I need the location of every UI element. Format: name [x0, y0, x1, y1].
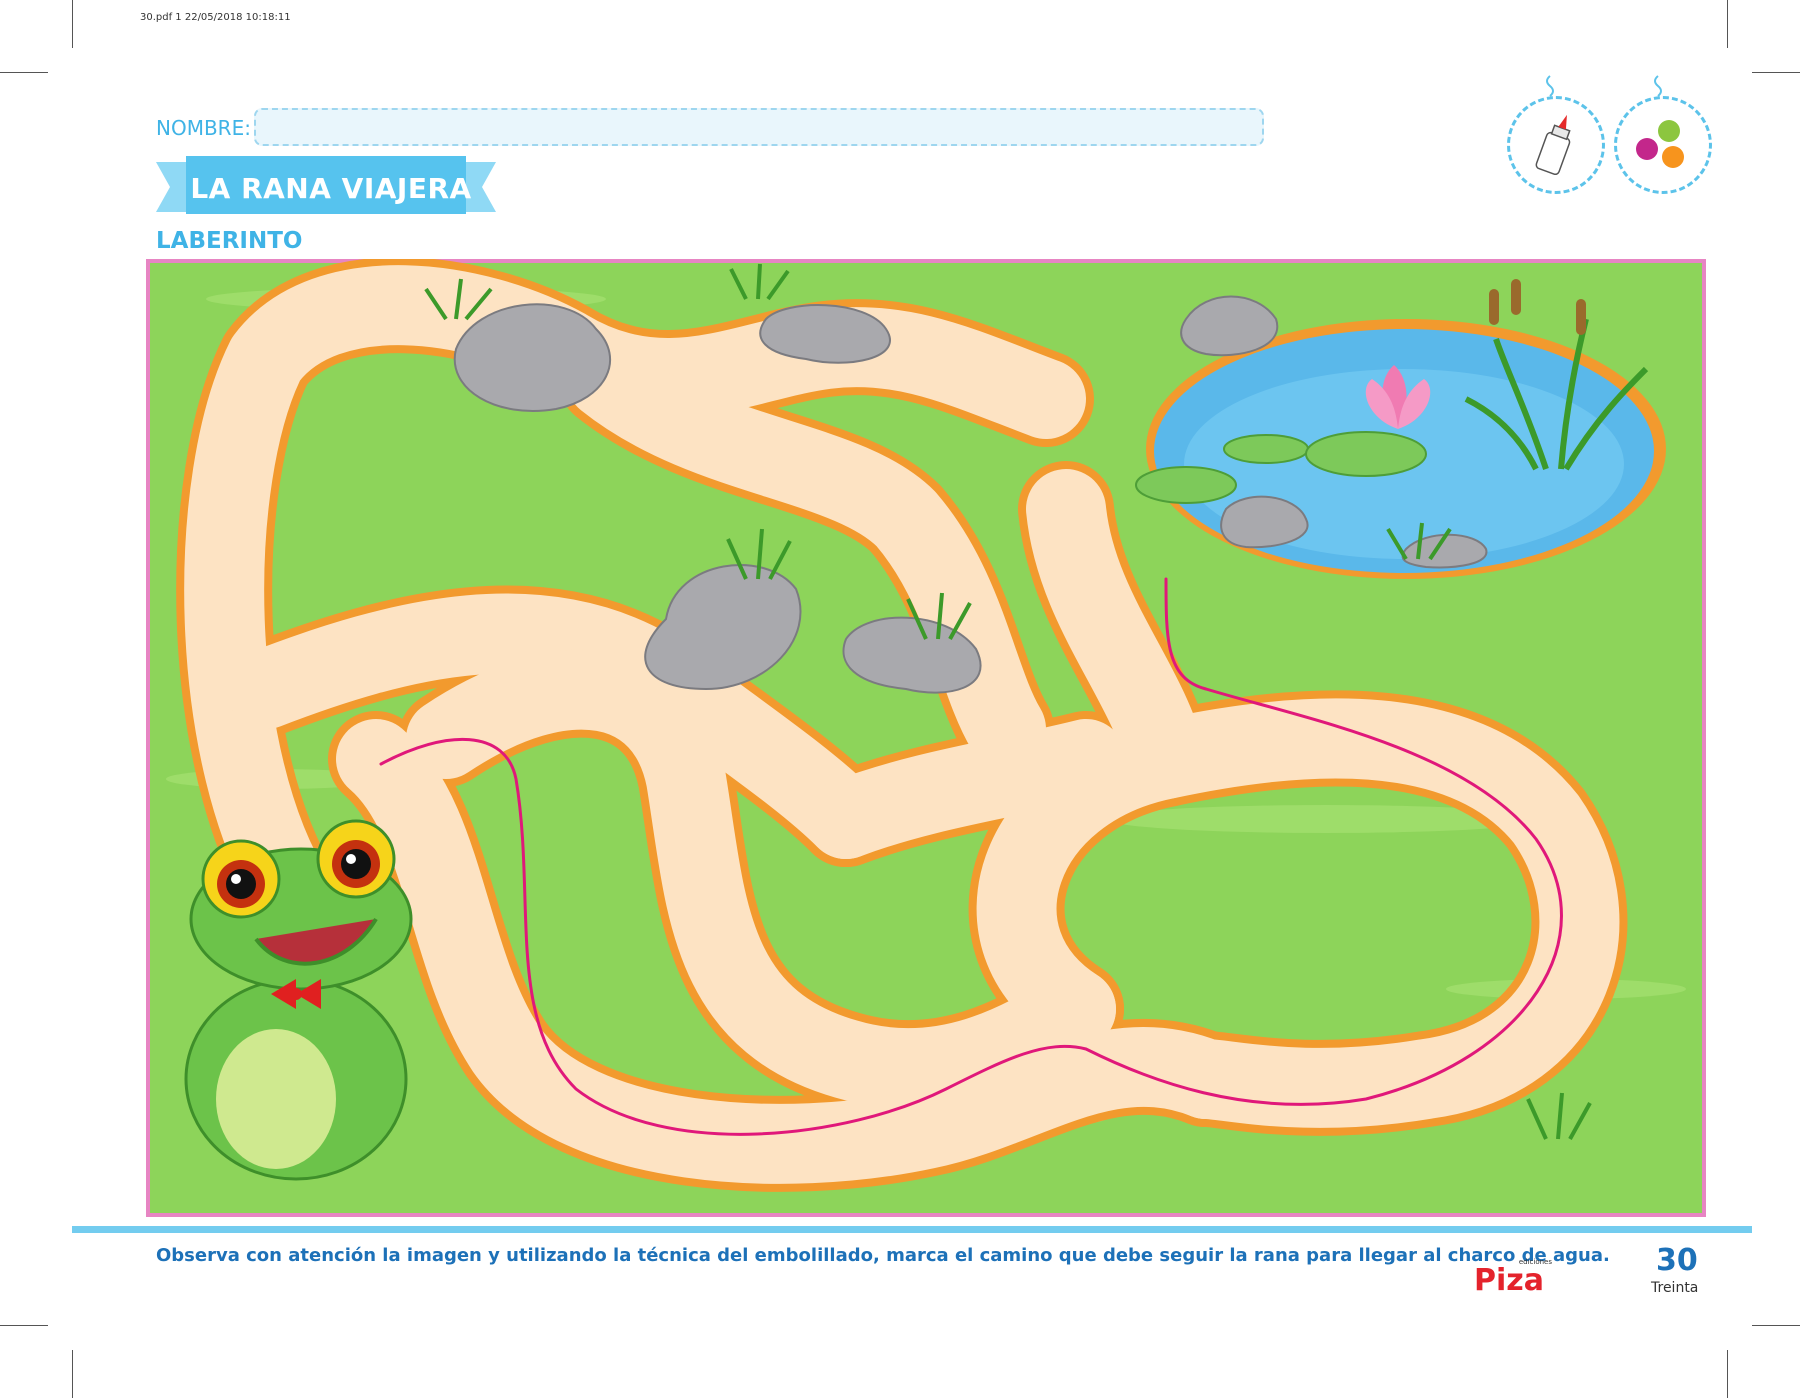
steam-decoration — [1654, 75, 1662, 97]
crop-mark — [72, 0, 73, 48]
maze-illustration — [146, 259, 1706, 1217]
crop-mark — [0, 72, 48, 73]
page-title: LA RANA VIAJERA — [190, 172, 472, 205]
tissue-paper-balls-icon — [1636, 120, 1684, 168]
material-badge-tissue — [1614, 96, 1712, 194]
logo-text: Piza — [1474, 1263, 1544, 1298]
page-number: 30 — [1656, 1243, 1698, 1278]
publisher-logo: ediciones Piza — [1474, 1258, 1558, 1298]
name-input-field[interactable] — [254, 108, 1264, 146]
name-label: NOMBRE: — [156, 116, 251, 140]
crop-mark — [1752, 1325, 1800, 1326]
page-number-word: Treinta — [1651, 1280, 1699, 1296]
crop-mark — [1752, 72, 1800, 73]
footer-divider — [72, 1226, 1752, 1233]
print-metadata: 30.pdf 1 22/05/2018 10:18:11 — [140, 12, 291, 23]
crop-mark — [1727, 0, 1728, 48]
instructions-text: Observa con atención la imagen y utiliza… — [156, 1245, 1610, 1266]
material-badge-glue — [1507, 96, 1605, 194]
crop-mark — [0, 1325, 48, 1326]
activity-subtitle: LABERINTO — [156, 228, 303, 254]
crop-mark — [72, 1350, 73, 1398]
glue-bottle-icon — [1535, 114, 1571, 176]
steam-decoration — [1546, 75, 1554, 97]
crop-mark — [1727, 1350, 1728, 1398]
